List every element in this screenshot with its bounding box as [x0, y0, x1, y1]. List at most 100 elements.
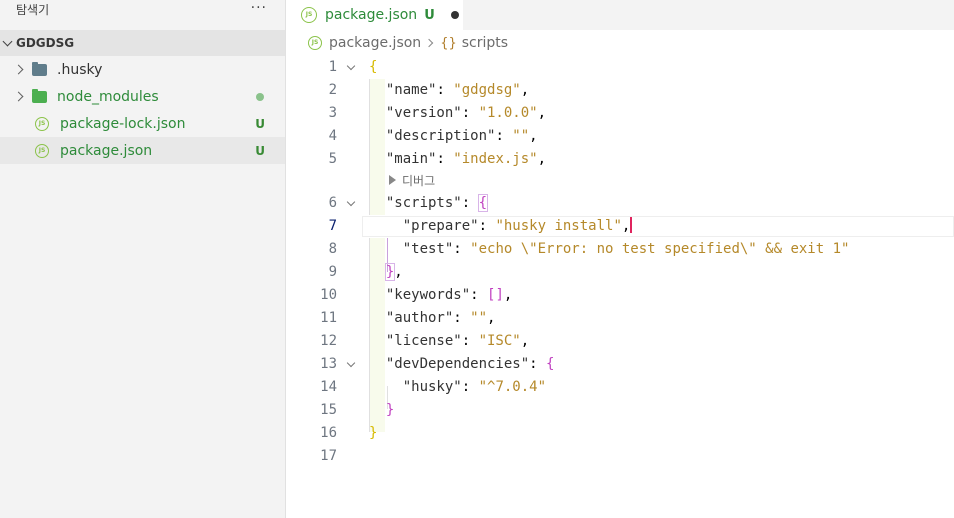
code-line: 15 } [287, 399, 954, 422]
play-icon [389, 175, 396, 185]
code-token: } [384, 263, 396, 281]
folder-icon [32, 61, 47, 76]
unsaved-dot-icon[interactable] [450, 11, 459, 19]
code-line: 12 "license": "ISC", [287, 330, 954, 353]
line-number: 7 [328, 218, 337, 234]
tab-package-json[interactable]: JS package.json U [287, 0, 463, 30]
breadcrumb-file[interactable]: package.json [329, 35, 421, 51]
tree-item-husky[interactable]: .husky [0, 56, 285, 83]
code-token: { [477, 194, 489, 212]
json-value: "ISC" [478, 333, 521, 349]
js-icon: JS [35, 116, 49, 131]
json-key: "license" [385, 333, 462, 349]
code-line: 1 { [287, 56, 954, 79]
more-actions-icon[interactable]: ··· [251, 0, 267, 20]
codelens-label: 디버그 [402, 174, 436, 188]
chevron-right-icon [424, 38, 434, 48]
code-line: 6 "scripts": { [287, 192, 954, 215]
fold-chevron-icon[interactable] [346, 61, 356, 71]
line-number: 17 [320, 448, 337, 464]
json-key: "husky" [402, 379, 462, 395]
json-key: "version" [385, 105, 462, 121]
json-value: "" [512, 128, 530, 144]
code-editor[interactable]: 1 { 2 "name": "gdgdsg", 3 "version": "1.… [287, 56, 954, 518]
current-line-highlight [362, 216, 954, 237]
chevron-down-icon [2, 36, 13, 46]
code-line: 13 "devDependencies": { [287, 353, 954, 376]
js-icon: JS [308, 36, 322, 50]
js-icon: JS [301, 7, 317, 23]
line-number: 1 [328, 59, 337, 75]
json-key: "devDependencies" [385, 356, 530, 372]
chevron-right-icon [13, 64, 24, 75]
code-line: 17 [287, 445, 954, 468]
fold-chevron-icon[interactable] [346, 358, 356, 368]
json-key: "main" [385, 151, 437, 167]
codelens-row: 디버그 [287, 170, 954, 192]
line-number: 14 [320, 379, 337, 395]
line-number: 2 [328, 82, 337, 98]
code-line: 11 "author": "", [287, 307, 954, 330]
workspace-section-header[interactable]: GDGDSG [0, 30, 285, 56]
code-line: 8 "test": "echo \"Error: no test specifi… [287, 238, 954, 261]
line-number: 4 [328, 128, 337, 144]
json-value: "echo \"Error: no test specified\" && ex… [470, 241, 850, 257]
code-line: 9 }, [287, 261, 954, 284]
json-value: "" [470, 310, 488, 326]
line-number: 13 [320, 356, 337, 372]
chevron-right-icon [13, 91, 24, 102]
json-key: "author" [385, 310, 454, 326]
code-line: 3 "version": "1.0.0", [287, 102, 954, 125]
explorer-sidebar: 탐색기 ··· GDGDSG .husky node_modules JS pa… [0, 0, 286, 518]
json-key: "scripts" [385, 195, 462, 211]
json-key: "description" [385, 128, 496, 144]
breadcrumb-symbol[interactable]: scripts [462, 35, 508, 51]
object-braces-icon: {} [440, 35, 457, 51]
json-value: "1.0.0" [478, 105, 538, 121]
workspace-name: GDGDSG [16, 36, 75, 50]
code-line: 10 "keywords": [], [287, 284, 954, 307]
git-status-badge: U [255, 116, 265, 131]
json-value: "gdgdsg" [453, 82, 521, 98]
tree-item-label: .husky [57, 61, 103, 78]
git-status-badge: U [255, 143, 265, 158]
code-line: 16 } [287, 422, 954, 445]
modified-dot-icon [256, 92, 264, 101]
tree-item-label: package.json [60, 142, 153, 159]
tree-item-package-lock[interactable]: JS package-lock.json U [0, 110, 285, 137]
tab-label: package.json [325, 7, 418, 23]
line-number: 3 [328, 105, 337, 121]
json-key: "test" [402, 241, 454, 257]
fold-chevron-icon[interactable] [346, 197, 356, 207]
tree-item-package-json[interactable]: JS package.json U [0, 137, 285, 164]
code-token: } [385, 402, 395, 418]
js-icon: JS [35, 143, 49, 158]
line-number: 6 [328, 195, 337, 211]
editor-tab-bar: JS package.json U [287, 0, 954, 30]
breadcrumb: JS package.json {} scripts [287, 31, 954, 55]
code-line: 2 "name": "gdgdsg", [287, 79, 954, 102]
code-line: 14 "husky": "^7.0.4" [287, 376, 954, 399]
line-number: 9 [328, 264, 337, 280]
line-number: 12 [320, 333, 337, 349]
line-number: 16 [320, 425, 337, 441]
explorer-title: 탐색기 [16, 3, 50, 17]
line-number: 8 [328, 241, 337, 257]
code-token: } [369, 425, 378, 441]
line-number: 15 [320, 402, 337, 418]
debug-codelens[interactable]: 디버그 [389, 170, 435, 192]
code-token: { [369, 59, 378, 75]
line-number: 5 [328, 151, 337, 167]
json-value: "^7.0.4" [478, 379, 547, 395]
json-key: "name" [385, 82, 437, 98]
folder-icon [32, 88, 47, 103]
tree-item-label: package-lock.json [60, 115, 186, 132]
line-number: 10 [320, 287, 337, 303]
json-key: "keywords" [385, 287, 471, 303]
tree-item-label: node_modules [57, 88, 159, 105]
code-line: 4 "description": "", [287, 125, 954, 148]
line-number: 11 [320, 310, 337, 326]
json-value: [] [487, 287, 504, 303]
tree-item-node-modules[interactable]: node_modules [0, 83, 285, 110]
tab-git-status: U [424, 7, 435, 23]
